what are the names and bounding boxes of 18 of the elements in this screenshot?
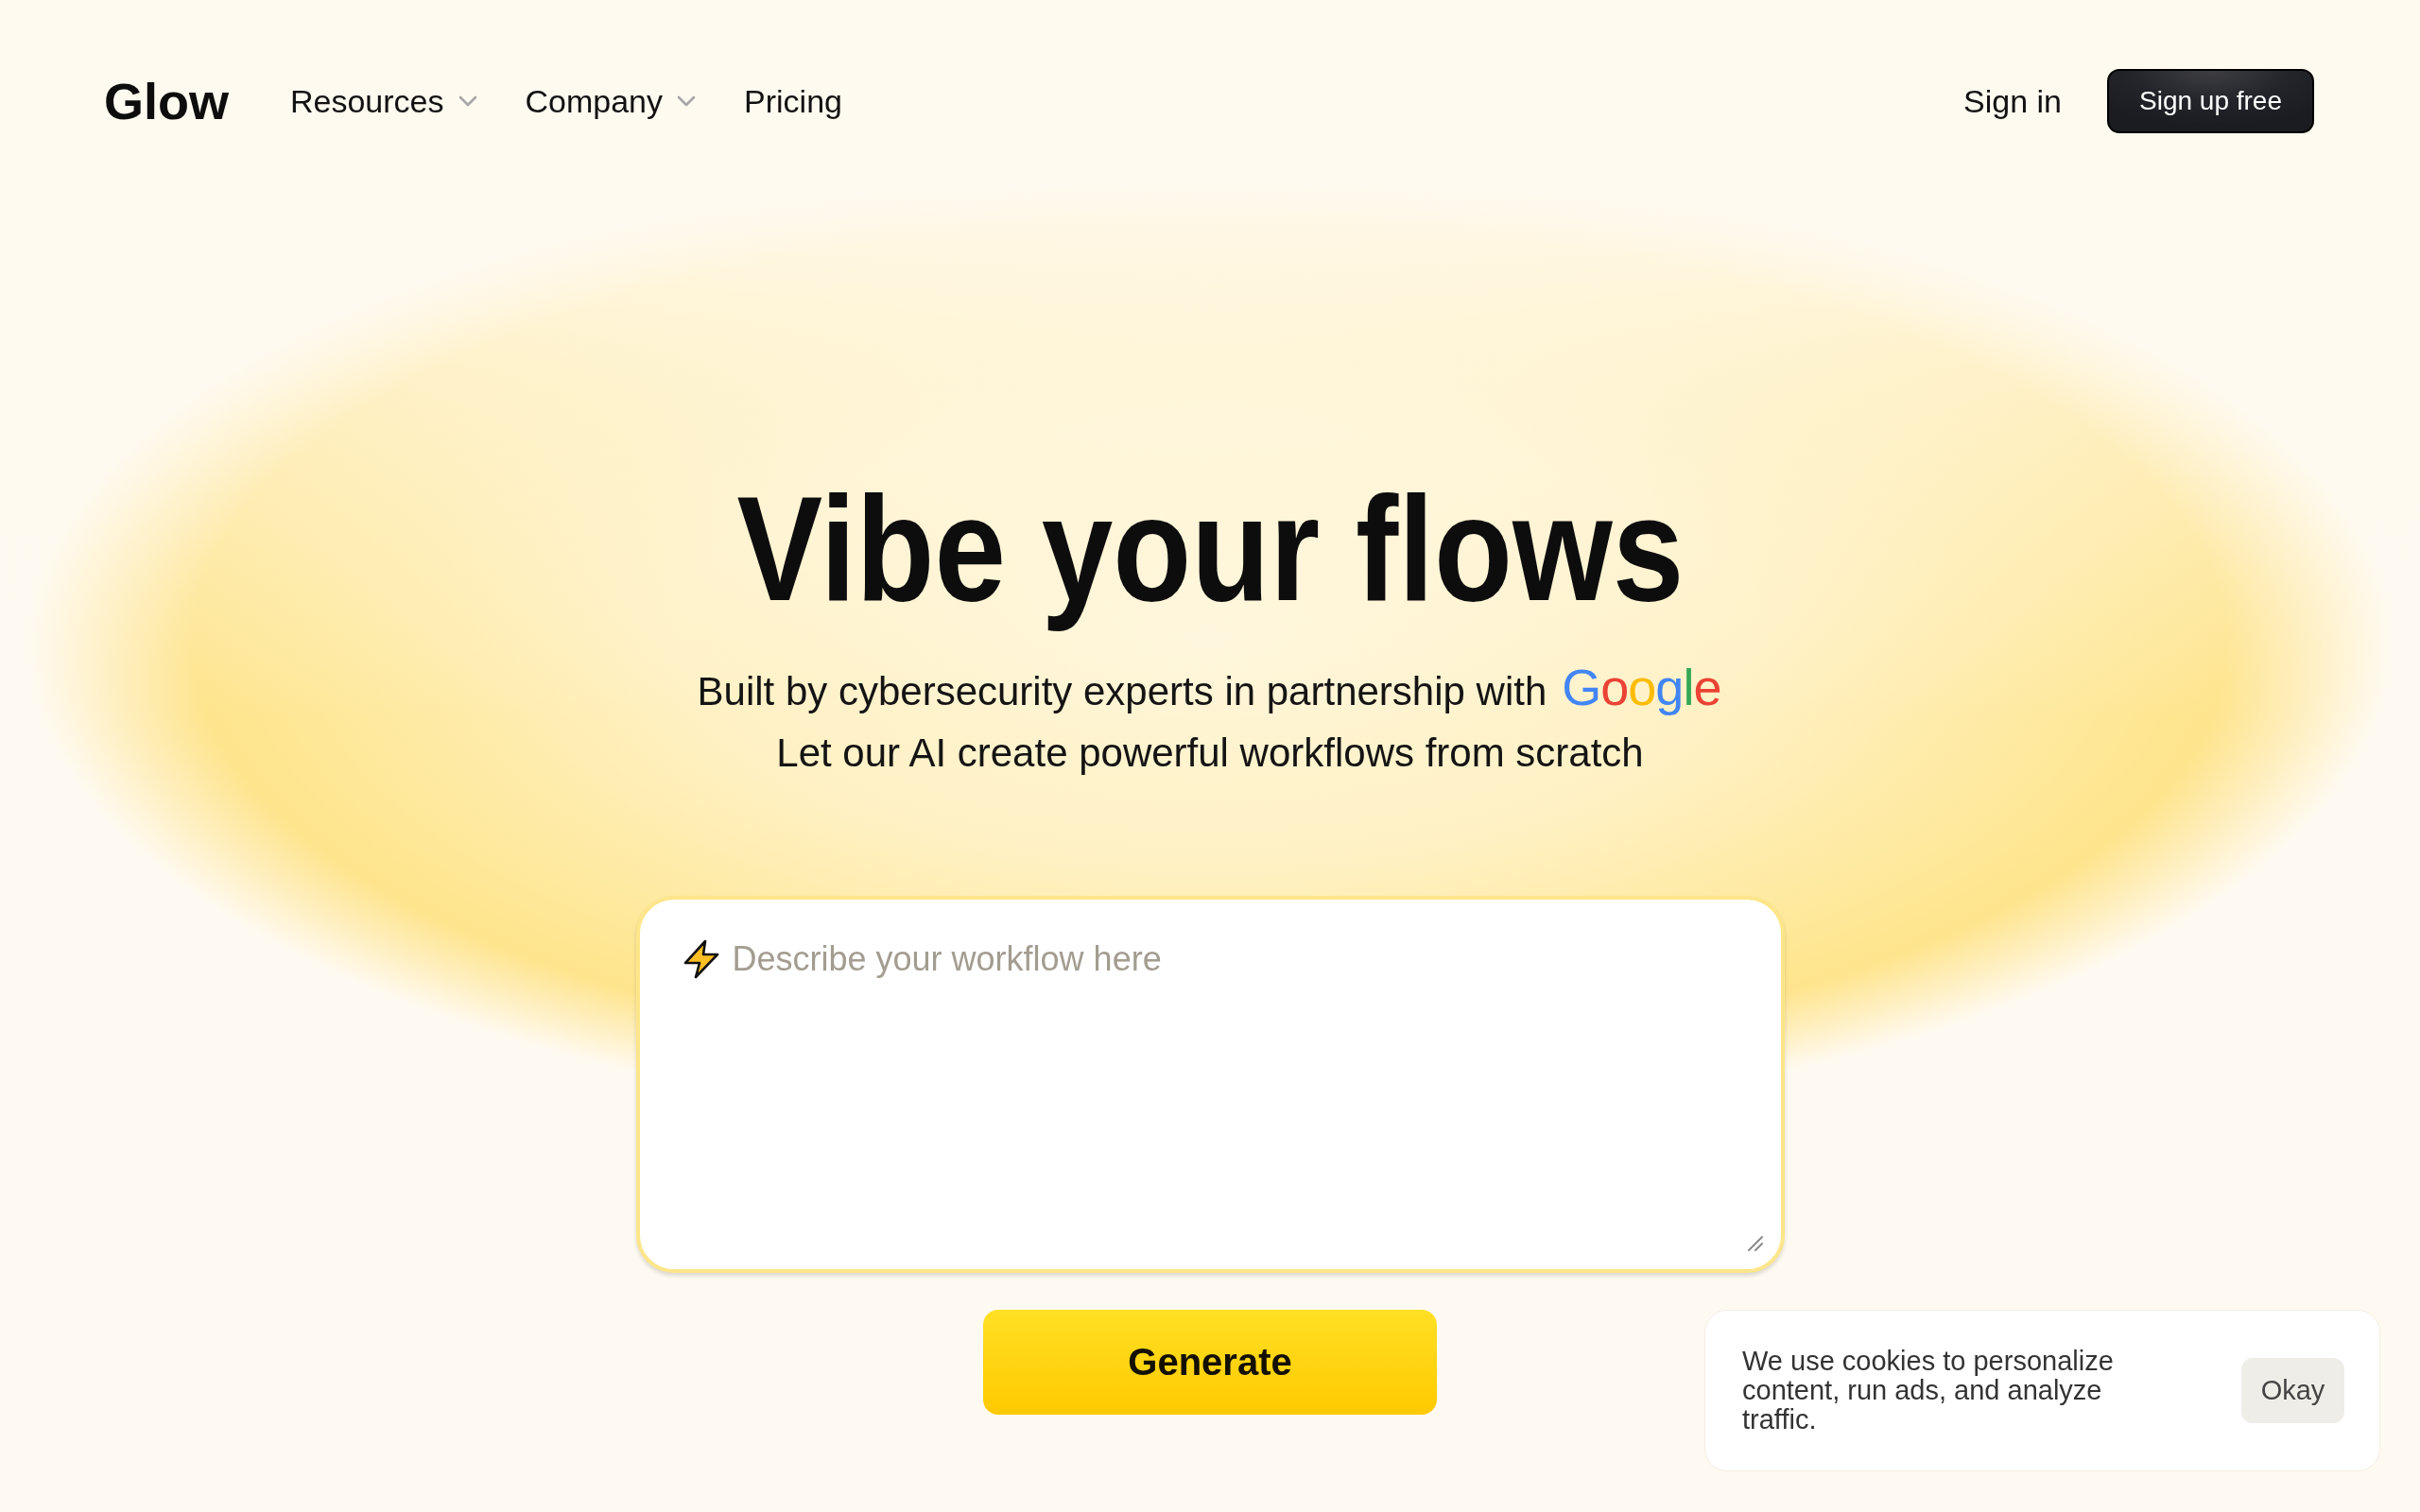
sign-up-button[interactable]: Sign up free xyxy=(2107,69,2314,133)
nav-menu-item[interactable]: Resources xyxy=(290,82,477,120)
resize-grip-icon[interactable] xyxy=(1746,1235,1764,1252)
tagline-text: Let our AI create powerful workflows from scratch xyxy=(776,730,1644,777)
cookie-message: We use cookies to personalize content, run ads, and analyze traffic. xyxy=(1742,1347,2115,1435)
brand-logo[interactable]: Glow xyxy=(104,72,231,130)
subtitle-text: Built by cybersecurity experts in partnership with xyxy=(697,668,1547,715)
generate-button[interactable]: Generate xyxy=(983,1310,1437,1415)
sign-in-link[interactable]: Sign in xyxy=(1963,82,2062,120)
hero-heading: Vibe your flows xyxy=(735,464,1685,633)
nav-menu-item[interactable]: Company xyxy=(525,82,697,120)
chevron-down-icon xyxy=(458,95,477,107)
nav-menu-item[interactable]: Pricing xyxy=(744,82,842,120)
prompt-field[interactable]: Describe your workflow here xyxy=(635,896,1785,1273)
okay-button[interactable]: Okay xyxy=(2241,1358,2344,1423)
chevron-down-icon xyxy=(677,95,697,107)
partner-logo: Google xyxy=(1562,658,1722,717)
lightning-bolt-icon xyxy=(682,939,720,979)
